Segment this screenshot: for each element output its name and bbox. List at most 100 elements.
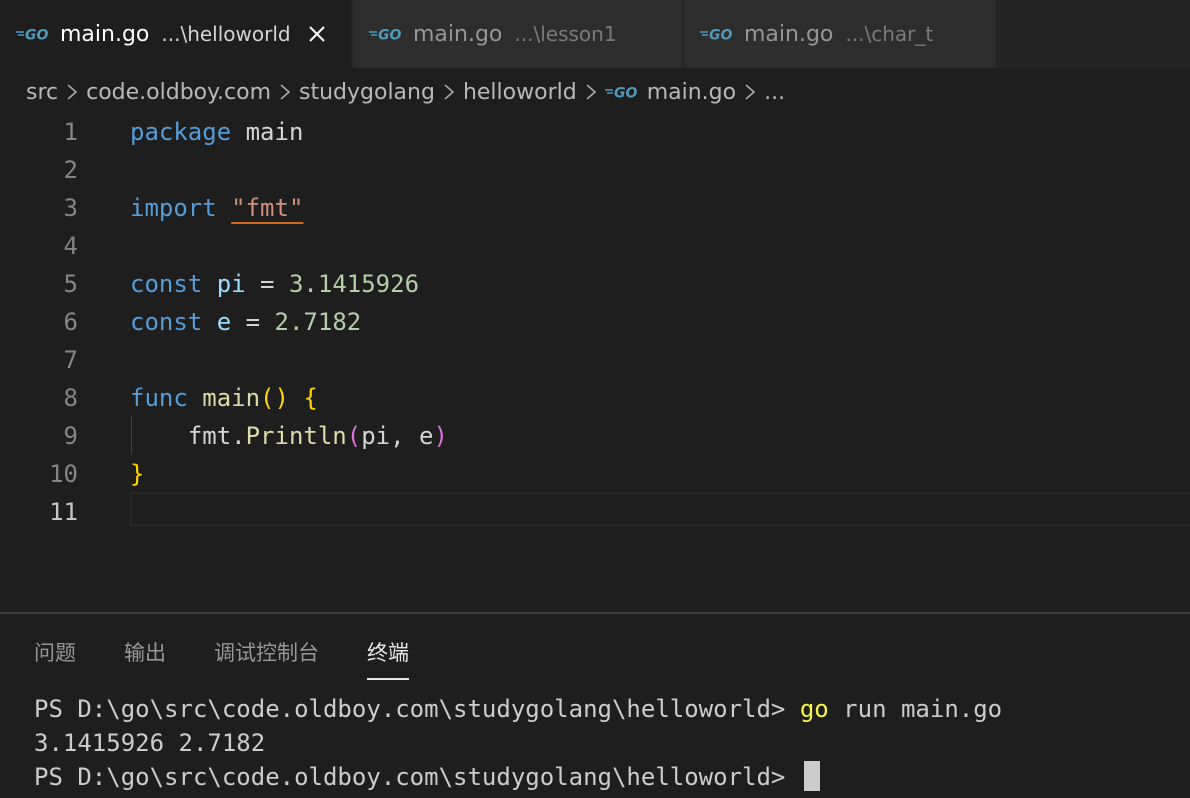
line-number: 2 xyxy=(63,156,78,184)
string-literal: "fmt" xyxy=(231,194,304,222)
code-token: pi xyxy=(202,270,246,298)
code-token: 2.7182 xyxy=(274,308,362,336)
tab-terminal[interactable]: 终端 xyxy=(367,634,409,680)
code-token: main xyxy=(231,118,304,146)
go-file-icon: GO xyxy=(369,27,407,41)
terminal-output: 3.1415926 2.7182 xyxy=(34,729,266,757)
chevron-right-icon xyxy=(279,82,291,102)
breadcrumb-item-file[interactable]: GO main.go xyxy=(604,79,737,105)
code-token: func xyxy=(130,384,188,412)
code-line: 11 xyxy=(0,493,1190,531)
tab-debug-console[interactable]: 调试控制台 xyxy=(214,634,319,678)
code-text: const e = 2.7182 xyxy=(130,303,361,341)
code-line: 10} xyxy=(0,455,1190,493)
breadcrumb-file-label: main.go xyxy=(646,79,737,105)
close-tab-icon[interactable] xyxy=(307,24,327,44)
chevron-right-icon xyxy=(585,82,597,102)
breadcrumb-more[interactable]: ... xyxy=(764,80,785,105)
svg-text:GO: GO xyxy=(709,28,732,42)
code-token: ( xyxy=(346,422,362,450)
code-line: 1 package main xyxy=(0,113,1190,151)
line-number: 7 xyxy=(63,346,78,374)
go-file-icon: GO xyxy=(16,27,54,41)
tab-main-go-char-t[interactable]: GO main.go ...\char_t xyxy=(684,0,997,68)
code-token: 3.1415926 xyxy=(288,270,420,298)
line-number: 3 xyxy=(63,194,78,222)
code-line: 4 xyxy=(0,227,1190,265)
terminal-line: PS D:\go\src\code.oldboy.com\studygolang… xyxy=(34,760,1002,794)
code-token: package xyxy=(130,118,232,146)
code-text: func main() { xyxy=(130,379,318,417)
bottom-panel: 问题 输出 调试控制台 终端 PS D:\go\src\code.oldboy.… xyxy=(0,612,1190,798)
tab-output[interactable]: 输出 xyxy=(124,634,166,678)
editor-tab-bar: GO main.go ...\helloworld GO main.go ...… xyxy=(0,0,1190,68)
breadcrumb-item-code-oldboy-com[interactable]: code.oldboy.com xyxy=(86,80,271,105)
code-line: 8 func main() { xyxy=(0,379,1190,417)
code-token: () xyxy=(260,384,289,412)
chevron-right-icon xyxy=(744,82,756,102)
terminal-line: PS D:\go\src\code.oldboy.com\studygolang… xyxy=(34,692,1002,726)
line-number: 11 xyxy=(49,498,78,526)
tab-filename: main.go xyxy=(60,21,150,47)
terminal-cursor xyxy=(803,761,820,791)
code-text: import "fmt" xyxy=(130,189,303,227)
tab-folder: ...\char_t xyxy=(845,22,934,46)
code-token: pi, e xyxy=(361,422,434,450)
code-token: ) xyxy=(433,422,448,450)
terminal-prompt: PS D:\go\src\code.oldboy.com\studygolang… xyxy=(34,763,800,791)
code-line: 3 import "fmt" xyxy=(0,189,1190,227)
code-line: 9 fmt.Println(pi, e) xyxy=(0,417,1190,455)
code-token: const xyxy=(130,270,203,298)
code-line: 2 xyxy=(0,151,1190,189)
svg-text:GO: GO xyxy=(378,28,401,42)
terminal-command-go: go xyxy=(799,695,829,723)
code-token: e xyxy=(202,308,232,336)
breadcrumb-item-helloworld[interactable]: helloworld xyxy=(463,80,577,105)
code-token: = xyxy=(245,270,289,298)
terminal-prompt: PS D:\go\src\code.oldboy.com\studygolang… xyxy=(34,695,800,723)
terminal-command-args: run main.go xyxy=(828,695,1003,723)
tab-folder: ...\lesson1 xyxy=(514,22,617,46)
go-file-icon: GO xyxy=(604,85,643,100)
line-number: 1 xyxy=(63,118,78,146)
line-number: 6 xyxy=(63,308,78,336)
breadcrumb-item-src[interactable]: src xyxy=(26,80,58,105)
code-token: const xyxy=(130,308,203,336)
panel-tab-bar: 问题 输出 调试控制台 终端 xyxy=(34,634,409,680)
line-number: 8 xyxy=(63,384,78,412)
code-token: main xyxy=(187,384,261,412)
chevron-right-icon xyxy=(443,82,455,102)
code-editor[interactable]: 1 package main 2 3 import "fmt" 4 5 const pi = … xyxy=(0,112,1190,612)
tab-filename: main.go xyxy=(413,21,503,47)
svg-text:GO: GO xyxy=(25,28,48,42)
code-token: import xyxy=(130,194,217,222)
tab-filename: main.go xyxy=(744,21,834,47)
breadcrumb-item-studygolang[interactable]: studygolang xyxy=(299,80,435,105)
tab-main-go-helloworld[interactable]: GO main.go ...\helloworld xyxy=(0,0,353,68)
tab-problems[interactable]: 问题 xyxy=(34,634,76,678)
terminal[interactable]: PS D:\go\src\code.oldboy.com\studygolang… xyxy=(34,692,1002,794)
tab-folder: ...\helloworld xyxy=(161,22,291,46)
code-token: } xyxy=(130,460,145,488)
code-text: package main xyxy=(130,113,303,151)
code-token: = xyxy=(231,308,275,336)
code-text: fmt.Println(pi, e) xyxy=(130,417,448,455)
line-number: 10 xyxy=(49,460,78,488)
line-number: 4 xyxy=(63,232,78,260)
chevron-right-icon xyxy=(66,82,78,102)
code-token: fmt. xyxy=(130,422,246,450)
code-token: { xyxy=(303,384,318,412)
code-line: 7 xyxy=(0,341,1190,379)
svg-text:GO: GO xyxy=(614,86,637,100)
tab-main-go-lesson1[interactable]: GO main.go ...\lesson1 xyxy=(353,0,684,68)
code-text: } xyxy=(130,455,144,493)
go-file-icon: GO xyxy=(700,27,738,41)
code-line: 5 const pi = 3.1415926 xyxy=(0,265,1190,303)
line-number: 9 xyxy=(63,422,78,450)
code-text: const pi = 3.1415926 xyxy=(130,265,419,303)
breadcrumb: src code.oldboy.com studygolang hellowor… xyxy=(26,72,785,112)
line-number: 5 xyxy=(63,270,78,298)
code-token: Println xyxy=(245,422,347,450)
